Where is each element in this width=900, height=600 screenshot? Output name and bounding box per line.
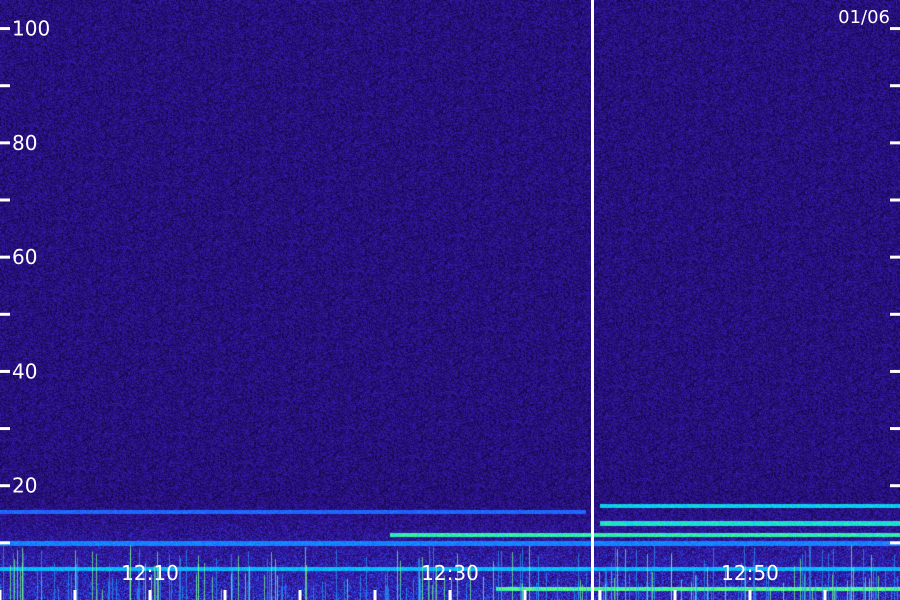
x-tick-label: 12:50 [721, 561, 779, 585]
spectrogram-overlay: 100 80 60 40 20 12:10 12:30 12:50 01/06 [0, 0, 900, 600]
x-tick-label: 12:10 [121, 561, 179, 585]
x-axis: 12:10 12:30 12:50 [0, 561, 827, 600]
y-tick-label: 20 [12, 474, 37, 498]
y-tick-label: 100 [12, 17, 50, 41]
spectrogram-view: 100 80 60 40 20 12:10 12:30 12:50 01/06 [0, 0, 900, 600]
y-tick-label: 40 [12, 359, 37, 383]
date-label: 01/06 [838, 7, 890, 28]
y-tick-label: 80 [12, 131, 37, 155]
x-tick-label: 12:30 [421, 561, 479, 585]
y-tick-label: 60 [12, 245, 37, 269]
y-axis: 100 80 60 40 20 [0, 17, 900, 545]
